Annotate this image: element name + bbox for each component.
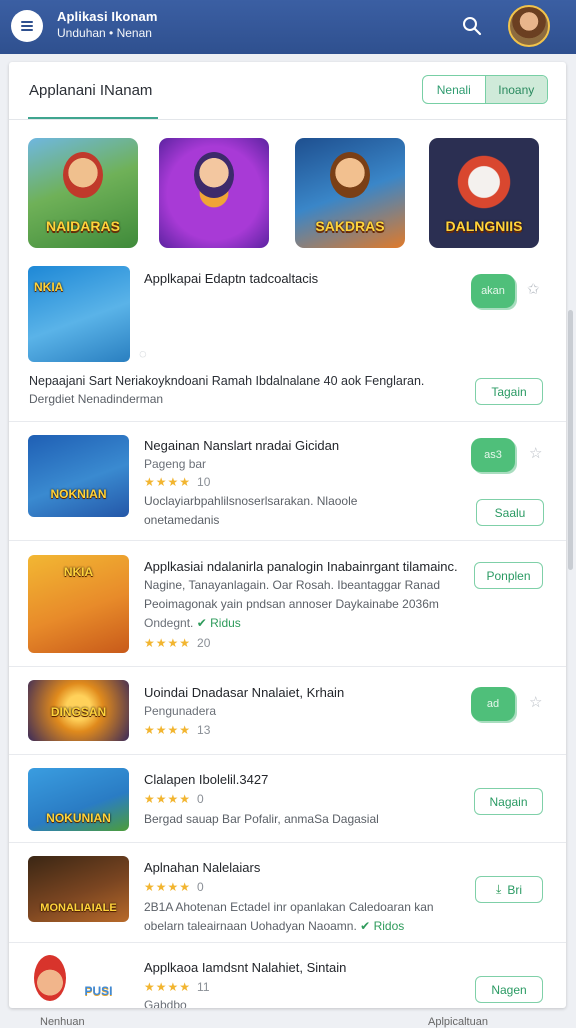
bottom-nav: Nenhuan Aplpicaltuan (0, 1012, 576, 1028)
app-description: Nagine, Tanayanlagain. Oar Rosah. Ibeant… (144, 578, 440, 592)
list-item[interactable]: PUSI Applkaoa Iamdsnt Nalahiet, Sintain … (9, 943, 566, 1008)
app-title: Aplikasi Ikonam (57, 9, 158, 24)
list-item[interactable]: NOKNIAN Negainan Nanslart nradai Gicidan… (9, 422, 566, 541)
app-bar: Aplikasi Ikonam Unduhan • Nenan (0, 0, 576, 54)
featured-tile[interactable]: SAKDRAS (295, 138, 405, 248)
scrollbar[interactable] (568, 310, 573, 570)
install-button[interactable]: Tagain (475, 378, 543, 405)
rating: ★★★★ 0 (144, 792, 204, 806)
list-item[interactable]: MONALIAIALE Aplnahan Nalelaiars ★★★★ 0 2B… (9, 843, 566, 943)
app-thumbnail[interactable]: NOKNIAN (28, 435, 129, 517)
bottom-nav-item[interactable]: Nenhuan (40, 1016, 85, 1028)
segment-tab-2[interactable]: Inoany (484, 76, 547, 103)
app-title: Applkasiai ndalanirla panalogin Inabainr… (144, 559, 458, 574)
star-icon[interactable]: ✩ (527, 282, 543, 298)
rating: ★★★★ 11 (144, 980, 210, 994)
featured-tile[interactable]: NAIDARAS (28, 138, 138, 248)
app-thumbnail[interactable]: NKIA (28, 555, 129, 653)
app-description: 2B1A Ahotenan Ectadel inr opanlakan Cale… (144, 900, 434, 914)
divider (9, 119, 566, 120)
app-title: Uoindai Dnadasar Nnalaiet, Krhain (144, 685, 345, 700)
app-meta: onetamedanis (144, 513, 220, 527)
segmented-control: Nenali Inoany (422, 75, 548, 104)
app-subtitle: Unduhan • Nenan (57, 26, 152, 40)
app-subtitle: Pengunadera (144, 704, 217, 718)
featured-carousel: NAIDARAS SAKDRAS DALNGNIIS (28, 138, 548, 248)
rating: ★★★★ 13 (144, 723, 211, 737)
app-description-2: Peoimagonak yain pndsan annoser Daykaina… (144, 597, 439, 611)
section-title: Applanani INanam (29, 82, 153, 99)
app-title: Applkapai Edaptn tadcoaltacis (144, 271, 319, 286)
rating: ★★★★ 10 (144, 475, 211, 489)
install-button[interactable]: Ponplen (474, 562, 543, 589)
list-item[interactable]: NKIA Applkasiai ndalanirla panalogin Ina… (9, 541, 566, 667)
download-icon: ⤓ (496, 882, 502, 896)
install-button[interactable]: Nagain (474, 788, 543, 815)
segment-tab-1[interactable]: Nenali (423, 76, 485, 103)
install-button[interactable]: ⤓ Bri (475, 876, 543, 903)
install-button[interactable]: Nagen (475, 976, 543, 1003)
bottom-nav-item[interactable]: Aplpicaltuan (428, 1016, 488, 1028)
app-thumbnail[interactable]: MONALIAIALE (28, 856, 129, 922)
app-meta: obelarn taleairnaan Uohadyan Naoamn. ✔ R… (144, 919, 405, 933)
update-button[interactable]: Saalu (476, 499, 544, 526)
verified-icon: ✔ (196, 616, 207, 630)
app-thumbnail[interactable]: DINGSAN (28, 680, 129, 741)
rating: ★★★★ 20 (144, 636, 211, 650)
rating: ★★★★ 0 (144, 880, 204, 894)
menu-icon (21, 21, 33, 31)
search-button[interactable] (458, 12, 486, 40)
download-badge[interactable]: as3 (471, 438, 515, 472)
app-title: Negainan Nanslart nradai Gicidan (144, 438, 340, 453)
featured-tile[interactable]: DALNGNIIS (429, 138, 539, 248)
app-meta: Dergdiet Nenadinderman (29, 392, 164, 406)
verified-icon: ✔ (360, 919, 371, 933)
download-badge[interactable]: ad (471, 687, 515, 721)
info-icon[interactable]: ◌ (139, 346, 155, 362)
star-icon[interactable]: ☆ (529, 446, 545, 462)
app-meta: Ondegnt. ✔ Ridus (144, 616, 241, 630)
avatar[interactable] (508, 5, 550, 47)
download-badge[interactable]: akan (471, 274, 515, 308)
list-item[interactable]: NOKUNIAN Clalapen Ibolelil.3427 ★★★★ 0 Be… (9, 755, 566, 843)
list-item[interactable]: NKIA Applkapai Edaptn tadcoaltacis ◌ Nep… (9, 258, 566, 422)
app-thumbnail[interactable]: NKIA (28, 266, 130, 362)
app-subtitle: Gabdbo (144, 998, 187, 1008)
app-title: Aplnahan Nalelaiars (144, 860, 261, 875)
app-title: Applkaoa Iamdsnt Nalahiet, Sintain (144, 960, 347, 975)
list-item[interactable]: DINGSAN Uoindai Dnadasar Nnalaiet, Krhai… (9, 667, 566, 755)
app-description: Uoclayiarbpahlilsnoserlsarakan. Nlaoole (144, 494, 358, 508)
featured-tile[interactable] (159, 138, 269, 248)
search-icon (463, 17, 482, 36)
app-title: Clalapen Ibolelil.3427 (144, 772, 269, 787)
app-thumbnail[interactable]: PUSI (28, 951, 129, 1006)
app-list-card: Applanani INanam Nenali Inoany NAIDARAS … (9, 62, 566, 1008)
app-description: Nepaajani Sart Neriakoykndoani Ramah Ibd… (29, 374, 425, 388)
app-subtitle: Pageng bar (144, 457, 207, 471)
star-icon[interactable]: ☆ (529, 695, 545, 711)
app-description: Bergad sauap Bar Pofalir, anmaSa Dagasia… (144, 812, 379, 826)
app-thumbnail[interactable]: NOKUNIAN (28, 768, 129, 831)
menu-button[interactable] (11, 10, 43, 42)
